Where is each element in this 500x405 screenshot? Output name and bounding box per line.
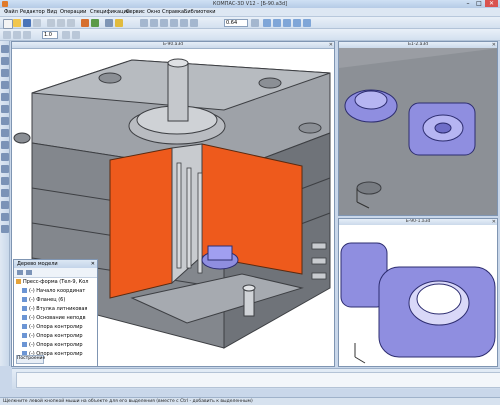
open-folder-icon[interactable]: [13, 19, 21, 27]
top-right-viewport-title: Б1-2.a3d: [407, 42, 429, 47]
app-logo-icon: [2, 1, 8, 7]
menu-view[interactable]: Вид: [47, 8, 57, 17]
menu-service[interactable]: Сервис: [126, 8, 145, 17]
dimensions-icon[interactable]: [1, 201, 9, 209]
model-tree-close-icon[interactable]: ✕: [91, 260, 95, 268]
assembly-icon[interactable]: [1, 177, 9, 185]
shaded-icon[interactable]: [283, 19, 291, 27]
orientation-icon[interactable]: [251, 19, 259, 27]
zoom-window-icon[interactable]: [150, 19, 158, 27]
filter-selection-icon[interactable]: [1, 117, 9, 125]
menu-bar: Файл Редактор Вид Операции Спецификация …: [0, 8, 500, 17]
model-tree-panel: Дерево модели ✕ Пресс-форма (Тел-9, Кол …: [13, 259, 98, 367]
reports-icon[interactable]: [1, 141, 9, 149]
tree-row[interactable]: (-) Втулка литниковая: [14, 305, 97, 314]
help-icon[interactable]: [115, 19, 123, 27]
redo-icon[interactable]: [91, 19, 99, 27]
window-title: КОМПАС-3D V12 - [Б-90.a3d]: [212, 1, 288, 7]
part-icon: [22, 333, 27, 338]
status-text: Щелкните левой кнопкой мыши на объекте д…: [3, 399, 253, 404]
symbols-icon[interactable]: [1, 213, 9, 221]
copy-icon[interactable]: [57, 19, 65, 27]
libraries-icon[interactable]: [1, 225, 9, 233]
part-icon: [22, 297, 27, 302]
sketch-icon[interactable]: [3, 31, 11, 39]
tree-row[interactable]: (-) Опора контролир: [14, 332, 97, 341]
property-panel-area: [16, 372, 500, 388]
bottom-right-viewport-title: Б-90-1.a3d: [405, 219, 431, 224]
zoom-field[interactable]: 0.64: [224, 19, 248, 27]
mates-icon[interactable]: [1, 189, 9, 197]
select-icon[interactable]: [72, 31, 80, 39]
model-tree-title: Дерево модели: [17, 261, 58, 267]
filter-icon[interactable]: [62, 31, 70, 39]
tree-row[interactable]: (-) Опора контролир: [14, 341, 97, 350]
new-document-icon[interactable]: [3, 19, 13, 29]
properties-icon[interactable]: [105, 19, 113, 27]
tree-row[interactable]: (-) Основание неподв: [14, 314, 97, 323]
tree-row[interactable]: (-) Фланец (6): [14, 296, 97, 305]
property-panel: [12, 368, 500, 389]
zoom-out-icon[interactable]: [160, 19, 168, 27]
grid-icon[interactable]: [23, 31, 31, 39]
tree-row[interactable]: (-) Опора контролир: [14, 323, 97, 332]
wireframe-icon[interactable]: [263, 19, 271, 27]
top-right-3d-model[interactable]: [339, 48, 498, 216]
undo-icon[interactable]: [81, 19, 89, 27]
current-state-toolbar: 1.0: [0, 29, 500, 41]
compact-panel: [0, 41, 10, 366]
menu-window[interactable]: Окно: [147, 8, 160, 17]
save-icon[interactable]: [23, 19, 31, 27]
rotate-icon[interactable]: [190, 19, 198, 27]
part-icon: [22, 342, 27, 347]
menu-operations[interactable]: Операции: [60, 8, 86, 17]
tree-row[interactable]: Пресс-форма (Тел-9, Кол: [14, 278, 97, 287]
fit-all-icon[interactable]: [180, 19, 188, 27]
main-viewport-title: Б-90.a3d: [162, 42, 184, 47]
paste-icon[interactable]: [67, 19, 75, 27]
specification-icon[interactable]: [1, 129, 9, 137]
auxiliary-geometry-icon[interactable]: [1, 93, 9, 101]
part-icon: [22, 315, 27, 320]
title-bar: КОМПАС-3D V12 - [Б-90.a3d] – □ ✕: [0, 0, 500, 8]
maximize-button[interactable]: □: [474, 0, 484, 7]
menu-edit[interactable]: Редактор: [20, 8, 45, 17]
menu-help[interactable]: Справка: [162, 8, 184, 17]
bottom-right-3d-model[interactable]: [339, 225, 498, 367]
top-right-viewport[interactable]: Б1-2.a3d ✕: [338, 41, 498, 216]
minimize-button[interactable]: –: [463, 0, 473, 7]
close-button[interactable]: ✕: [485, 0, 498, 7]
perspective-icon[interactable]: [303, 19, 311, 27]
arrays-icon[interactable]: [1, 81, 9, 89]
elements-design-icon[interactable]: [1, 153, 9, 161]
part-icon: [22, 306, 27, 311]
tree-tab-construction[interactable]: Построение: [16, 355, 45, 364]
menu-specification[interactable]: Спецификация: [90, 8, 130, 17]
menu-file[interactable]: Файл: [4, 8, 18, 17]
menu-libraries[interactable]: Библиотеки: [184, 8, 216, 17]
tree-row[interactable]: (-) Начало координат: [14, 287, 97, 296]
shaded-edges-icon[interactable]: [293, 19, 301, 27]
step-field[interactable]: 1.0: [42, 31, 58, 39]
tree-filter-icon[interactable]: [26, 270, 32, 275]
origin-icon: [22, 288, 27, 293]
editing-icon[interactable]: [1, 45, 9, 53]
zoom-in-icon[interactable]: [140, 19, 148, 27]
part-edit-icon[interactable]: [13, 31, 21, 39]
measure-icon[interactable]: [1, 105, 9, 113]
tree-view-mode-icon[interactable]: [17, 270, 23, 275]
hidden-lines-icon[interactable]: [273, 19, 281, 27]
model-tree-toolbar: [14, 268, 97, 278]
spatial-curves-icon[interactable]: [1, 57, 9, 65]
status-bar: Щелкните левой кнопкой мыши на объекте д…: [0, 397, 500, 405]
print-icon[interactable]: [33, 19, 41, 27]
surfaces-icon[interactable]: [1, 69, 9, 77]
standard-toolbar: 0.64: [0, 17, 500, 29]
bottom-right-viewport[interactable]: Б-90-1.a3d ✕: [338, 218, 498, 367]
sheet-metal-icon[interactable]: [1, 165, 9, 173]
pan-icon[interactable]: [170, 19, 178, 27]
part-icon: [22, 324, 27, 329]
assembly-icon: [16, 279, 21, 284]
cut-icon[interactable]: [47, 19, 55, 27]
